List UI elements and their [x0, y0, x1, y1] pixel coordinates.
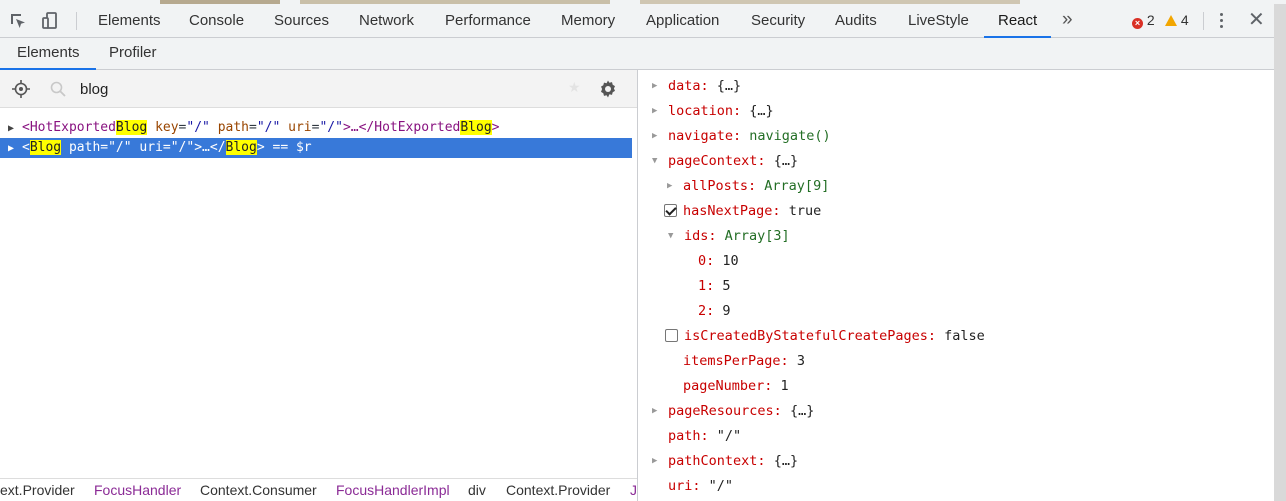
- breadcrumb-item[interactable]: div: [468, 479, 486, 501]
- subtab-profiler[interactable]: Profiler: [109, 38, 157, 69]
- tab-security[interactable]: Security: [751, 4, 805, 37]
- expand-arrow-icon[interactable]: ▶: [652, 126, 657, 146]
- component-tree: ▶ <HotExportedBlog key="/" path="/" uri="…: [0, 118, 637, 158]
- expand-arrow-icon[interactable]: ▶: [652, 101, 657, 121]
- warning-counter[interactable]: 4: [1165, 4, 1189, 37]
- more-tabs-chevron-icon[interactable]: »: [1062, 4, 1073, 35]
- error-icon: ×: [1132, 18, 1143, 29]
- prop-iscreatedbystatefulcreatepages[interactable]: isCreatedByStatefulCreatePages: false: [665, 326, 985, 346]
- tab-memory[interactable]: Memory: [561, 4, 615, 37]
- prop-location[interactable]: ▶ location: {…}: [652, 101, 774, 121]
- expand-arrow-icon[interactable]: ▶: [652, 451, 657, 471]
- prop-hasnextpage[interactable]: hasNextPage: true: [664, 201, 821, 221]
- tab-network[interactable]: Network: [359, 4, 414, 37]
- prop-ids-item[interactable]: 1: 5: [698, 276, 731, 296]
- props-pane: ▶ data: {…} ▶ location: {…} ▶ navigate: nav…: [638, 70, 1274, 501]
- console-ref-label: == $r: [272, 140, 312, 155]
- breadcrumb-item[interactable]: J: [630, 479, 637, 501]
- prop-pagenumber[interactable]: pageNumber: 1: [683, 376, 789, 396]
- search-highlight: Blog: [29, 140, 62, 155]
- window-edge: [1274, 4, 1286, 501]
- tab-application[interactable]: Application: [646, 4, 719, 37]
- tab-sources[interactable]: Sources: [274, 4, 329, 37]
- component-tree-pane: ★ ▶<HotExportedBlog key="/" path="/" uri…: [0, 70, 637, 501]
- breadcrumb-item[interactable]: Context.Consumer: [200, 479, 317, 501]
- gear-icon[interactable]: [598, 79, 618, 99]
- collapse-arrow-icon[interactable]: ▼: [668, 226, 673, 246]
- prop-pathcontext[interactable]: ▶ pathContext: {…}: [652, 451, 798, 471]
- tab-audits[interactable]: Audits: [835, 4, 877, 37]
- expand-arrow-icon[interactable]: ▶: [8, 119, 22, 139]
- expand-arrow-icon[interactable]: ▶: [667, 176, 672, 196]
- breadcrumb-item[interactable]: FocusHandlerImpl: [336, 479, 450, 501]
- kebab-menu-icon[interactable]: [1220, 12, 1224, 30]
- subtab-elements[interactable]: Elements: [0, 38, 95, 70]
- boolean-checkbox[interactable]: [665, 329, 678, 342]
- error-counter[interactable]: × 2: [1132, 4, 1155, 37]
- toolbar-divider: [1203, 12, 1204, 30]
- prop-allposts[interactable]: ▶ allPosts: Array[9]: [667, 176, 829, 196]
- prop-path[interactable]: path: "/": [668, 426, 741, 446]
- tab-elements[interactable]: Elements: [98, 4, 161, 37]
- breadcrumb-item[interactable]: Context.Provider: [506, 479, 610, 501]
- prop-pagecontext[interactable]: ▼ pageContext: {…}: [652, 151, 798, 171]
- prop-ids-item[interactable]: 0: 10: [698, 251, 739, 271]
- expand-arrow-icon[interactable]: ▶: [652, 401, 657, 421]
- device-toolbar-icon[interactable]: [40, 11, 60, 31]
- warning-icon: [1165, 15, 1177, 26]
- tree-node-hotexportedblog[interactable]: ▶ <HotExportedBlog key="/" path="/" uri="…: [0, 118, 637, 138]
- warning-count: 4: [1180, 12, 1189, 28]
- expand-arrow-icon[interactable]: ▶: [8, 139, 22, 159]
- inspect-element-icon[interactable]: [8, 11, 28, 31]
- prop-pageresources[interactable]: ▶ pageResources: {…}: [652, 401, 814, 421]
- tab-performance[interactable]: Performance: [445, 4, 531, 37]
- search-highlight: Blog: [460, 120, 492, 135]
- star-icon: ★: [568, 79, 581, 95]
- search-highlight: Blog: [115, 120, 148, 135]
- prop-ids-item[interactable]: 2: 9: [698, 301, 731, 321]
- breadcrumb-item[interactable]: ext.Provider: [0, 479, 75, 501]
- prop-uri[interactable]: uri: "/": [668, 476, 733, 496]
- close-icon[interactable]: ✕: [1248, 9, 1265, 31]
- prop-navigate[interactable]: ▶ navigate: navigate(): [652, 126, 831, 146]
- tree-node-blog-selected[interactable]: ▶ <Blog path="/" uri="/">…</Blog> == $r: [0, 138, 632, 158]
- select-element-target-icon[interactable]: [12, 80, 30, 98]
- prop-data[interactable]: ▶ data: {…}: [652, 76, 741, 96]
- expand-arrow-icon[interactable]: ▶: [652, 76, 657, 96]
- tab-livestyle[interactable]: LiveStyle: [908, 4, 969, 37]
- breadcrumb: ext.Provider FocusHandler Context.Consum…: [0, 478, 637, 501]
- collapse-arrow-icon[interactable]: ▼: [652, 151, 657, 171]
- prop-ids[interactable]: ▼ ids: Array[3]: [668, 226, 790, 246]
- error-count: 2: [1146, 12, 1155, 28]
- tab-react[interactable]: React: [983, 4, 1052, 38]
- search-highlight: Blog: [225, 140, 257, 155]
- devtools-tab-bar: Elements Console Sources Network Perform…: [0, 4, 1286, 38]
- search-input[interactable]: [80, 77, 560, 101]
- boolean-checkbox[interactable]: [664, 204, 677, 217]
- search-icon: [50, 81, 66, 97]
- search-bar: ★: [0, 70, 637, 108]
- breadcrumb-item[interactable]: FocusHandler: [94, 479, 181, 501]
- react-subtab-bar: Elements Profiler: [0, 38, 1274, 70]
- prop-itemsperpage[interactable]: itemsPerPage: 3: [683, 351, 805, 371]
- toolbar-divider: [76, 12, 77, 30]
- tab-console[interactable]: Console: [189, 4, 244, 37]
